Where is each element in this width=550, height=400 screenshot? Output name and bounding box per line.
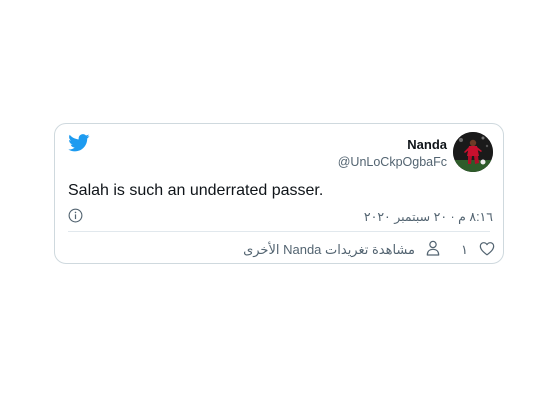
tweet-text: Salah is such an underrated passer. — [68, 182, 324, 199]
twitter-bird-icon[interactable] — [68, 134, 90, 152]
person-icon[interactable] — [426, 240, 440, 256]
tweet-timestamp[interactable]: ٨:١٦ م · ٢٠ سبتمبر ٢٠٢٠ — [364, 209, 493, 224]
divider — [68, 231, 490, 232]
info-icon[interactable] — [68, 208, 83, 223]
heart-icon[interactable] — [479, 241, 495, 256]
like-count: ١ — [461, 242, 468, 257]
avatar[interactable] — [453, 132, 493, 172]
author-handle[interactable]: @UnLoCkpOgbaFc — [338, 155, 447, 169]
avatar-photo — [453, 132, 493, 172]
tweet-card[interactable]: Nanda @UnLoCkpOgbaFc Salah is such an un… — [54, 123, 504, 264]
author-name[interactable]: Nanda — [407, 137, 447, 152]
view-more-tweets-link[interactable]: مشاهدة تغريدات Nanda الأخرى — [243, 242, 415, 258]
